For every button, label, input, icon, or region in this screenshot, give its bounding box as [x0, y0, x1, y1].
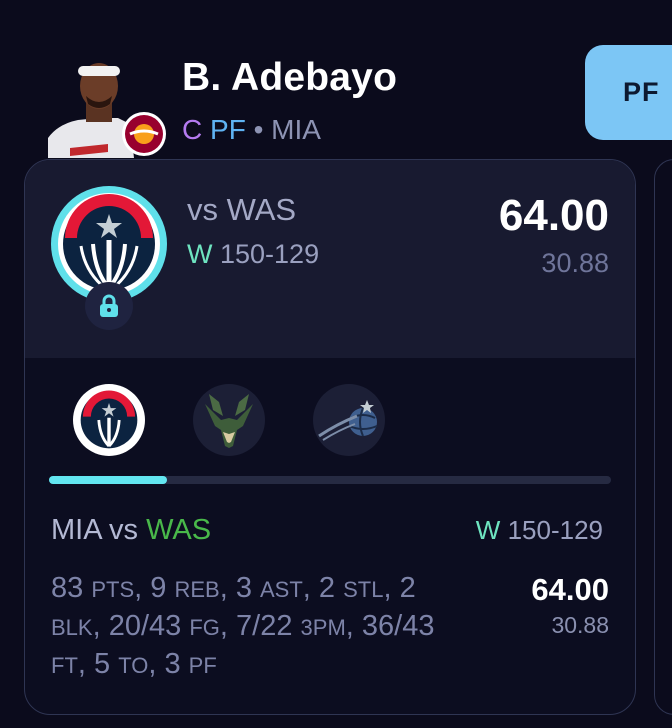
separator-dot: • — [253, 114, 264, 145]
game-tab-was[interactable] — [73, 384, 145, 456]
summary-result-score: 150-129 — [220, 239, 320, 269]
stat-label: STL — [343, 577, 384, 602]
stat-value: 3 — [235, 572, 260, 604]
game-result-score: 150-129 — [507, 515, 603, 545]
game-secondary-points: 30.88 — [551, 612, 609, 638]
game-home-team: MIA — [51, 514, 101, 546]
game-statline: 83 PTS, 9 REB, 3 AST, 2 STL, 2 BLK, 20/4… — [51, 570, 451, 684]
position-pf-label: PF — [210, 114, 246, 145]
player-positions-team: C PF • MIA — [182, 114, 321, 146]
stat-item: 3 PF — [164, 648, 216, 680]
stat-item: 83 PTS, — [51, 572, 151, 604]
position-c-label: C — [182, 114, 203, 145]
summary-matchup: vs WAS — [187, 192, 297, 227]
stat-label: FT — [51, 653, 78, 678]
summary-fantasy-points: 64.00 — [498, 191, 609, 240]
stat-label: PF — [188, 653, 217, 678]
wizards-logo-icon — [80, 390, 138, 449]
game-opponent-team: WAS — [146, 514, 212, 546]
game-fantasy-points: 64.00 — [531, 572, 609, 607]
next-player-card-edge[interactable] — [654, 159, 672, 715]
lock-badge — [85, 282, 133, 330]
stat-label: BLK — [51, 615, 93, 640]
player-photo-icon — [48, 63, 166, 158]
game-result: W 150-129 — [476, 515, 603, 546]
game-vs-label: vs — [109, 514, 139, 546]
player-avatar[interactable] — [48, 52, 168, 158]
game-tab-progress-indicator — [49, 476, 168, 484]
summary-result: W 150-129 — [187, 239, 319, 270]
stat-value: 20/43 — [108, 610, 190, 642]
player-game-log-screen: B. Adebayo C PF • MIA PF vs WAS W 150-12… — [0, 0, 672, 728]
player-team-label: MIA — [271, 114, 321, 145]
summary-secondary-points: 30.88 — [541, 248, 609, 278]
stat-value: 7/22 — [236, 610, 301, 642]
stat-label: 3PM — [300, 615, 346, 640]
stat-label: AST — [260, 577, 303, 602]
bucks-logo-icon — [205, 394, 253, 448]
stat-label: FG — [189, 615, 220, 640]
stat-item: 9 REB, — [150, 572, 236, 604]
stat-item: 3 AST, — [235, 572, 319, 604]
game-matchup: MIA vs WAS — [51, 514, 211, 547]
lock-icon — [100, 294, 118, 317]
stat-item: 20/43 FG, — [108, 610, 237, 642]
stat-item: 2 STL, — [318, 572, 400, 604]
stat-value: 2 — [399, 572, 416, 604]
stat-item: 5 TO, — [94, 648, 165, 680]
summary-result-letter: W — [187, 239, 213, 269]
summary-section[interactable]: vs WAS W 150-129 64.00 30.88 — [25, 160, 635, 358]
game-tab-progress-track — [49, 476, 611, 484]
stat-value: 9 — [150, 572, 175, 604]
stat-item: 7/22 3PM, — [236, 610, 362, 642]
position-filter-pf-button[interactable]: PF — [585, 45, 672, 140]
stat-value: 5 — [94, 648, 119, 680]
stat-value: 3 — [164, 648, 189, 680]
magic-logo-icon — [318, 400, 378, 441]
stat-value: 2 — [318, 572, 344, 604]
game-result-letter: W — [475, 515, 501, 545]
game-tab-orl[interactable] — [313, 384, 385, 456]
stat-label: REB — [174, 577, 220, 602]
stat-label: TO — [118, 653, 149, 678]
stat-value: 36/43 — [361, 610, 435, 642]
game-log-card: vs WAS W 150-129 64.00 30.88 MIA vs WAS … — [24, 159, 636, 715]
player-name: B. Adebayo — [182, 56, 398, 99]
stat-value: 83 — [51, 572, 92, 604]
stat-label: PTS — [91, 577, 135, 602]
game-tab-mil[interactable] — [193, 384, 265, 456]
